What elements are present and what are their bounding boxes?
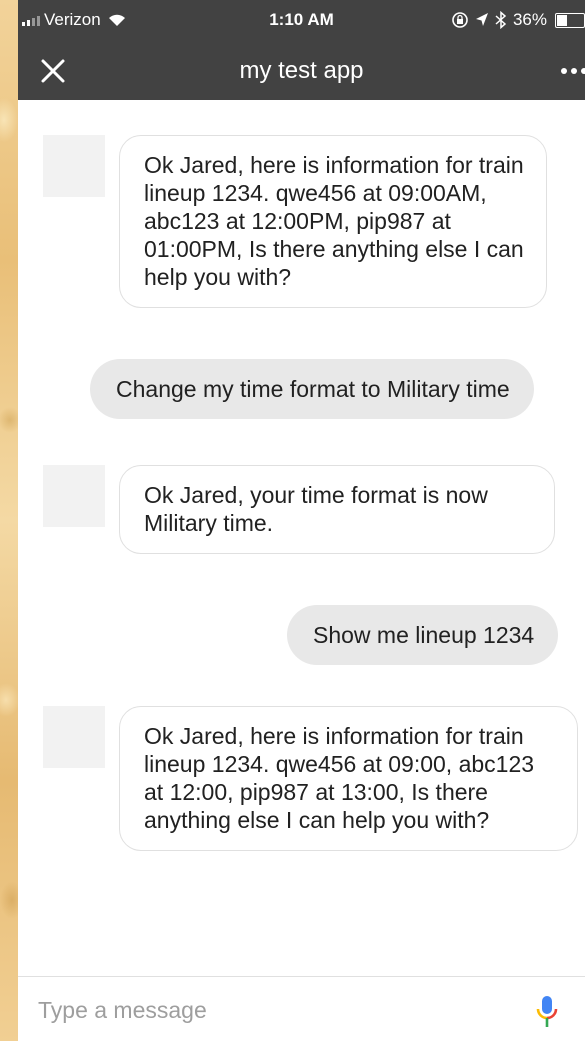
- bluetooth-icon: [495, 11, 507, 29]
- app-bar: my test app: [18, 42, 585, 100]
- bot-message: Ok Jared, your time format is now Milita…: [119, 465, 555, 554]
- phone-screen: Verizon 1:10 AM 36% my test app Ok Jared…: [18, 0, 585, 1041]
- status-bar: Verizon 1:10 AM 36%: [18, 0, 585, 42]
- message-composer: [18, 976, 585, 1041]
- user-message: Show me lineup 1234: [287, 605, 559, 665]
- bot-avatar: [43, 706, 105, 768]
- user-message: Change my time format to Military time: [90, 359, 534, 419]
- bot-message: Ok Jared, here is information for train …: [119, 706, 578, 851]
- battery-icon: [555, 12, 585, 28]
- app-title: my test app: [239, 57, 364, 84]
- microphone-icon[interactable]: [536, 995, 558, 1029]
- message-input[interactable]: [36, 989, 510, 1031]
- location-arrow-icon: [475, 13, 488, 26]
- battery-percent: 36%: [512, 10, 547, 29]
- status-right-group: 36%: [451, 10, 585, 30]
- bot-message: Ok Jared, here is information for train …: [119, 135, 547, 308]
- chat-transcript[interactable]: Ok Jared, here is information for train …: [18, 100, 585, 976]
- orientation-lock-icon: [452, 12, 468, 28]
- more-options-icon[interactable]: [561, 68, 585, 74]
- bot-avatar: [43, 135, 105, 197]
- bot-avatar: [43, 465, 105, 527]
